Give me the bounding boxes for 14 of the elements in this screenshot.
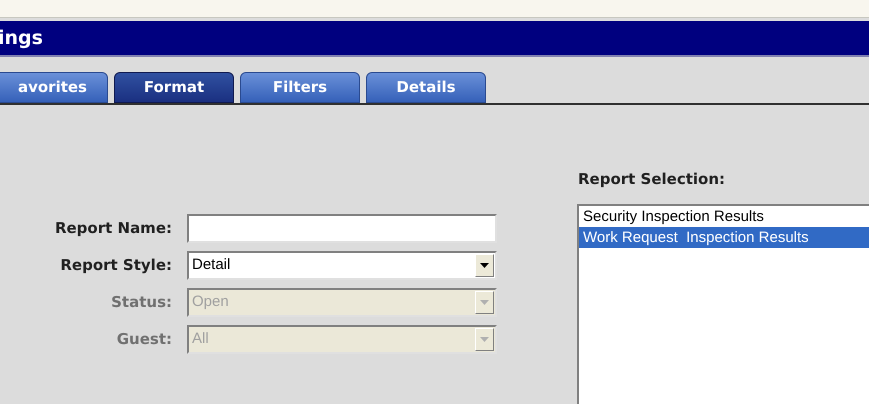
- field-label: Report Name:: [54, 218, 173, 240]
- tab[interactable]: avorites: [0, 72, 108, 103]
- list-item[interactable]: Security Inspection Results: [579, 206, 869, 227]
- list-item[interactable]: Work Request Inspection Results: [579, 227, 869, 248]
- text-field[interactable]: [187, 214, 497, 243]
- section-label: Report Selection:: [577, 169, 726, 190]
- tab[interactable]: Filters: [240, 72, 360, 103]
- tab[interactable]: Details: [366, 72, 486, 103]
- dropdown-field[interactable]: Detail: [187, 251, 497, 280]
- field-label: Status:: [110, 292, 173, 314]
- field-label: Report Style:: [59, 255, 173, 276]
- report-list[interactable]: Security Inspection Results Work Request Inspection Results: [577, 204, 869, 404]
- field-label: Guest:: [116, 329, 173, 350]
- tab[interactable]: Format: [114, 72, 234, 103]
